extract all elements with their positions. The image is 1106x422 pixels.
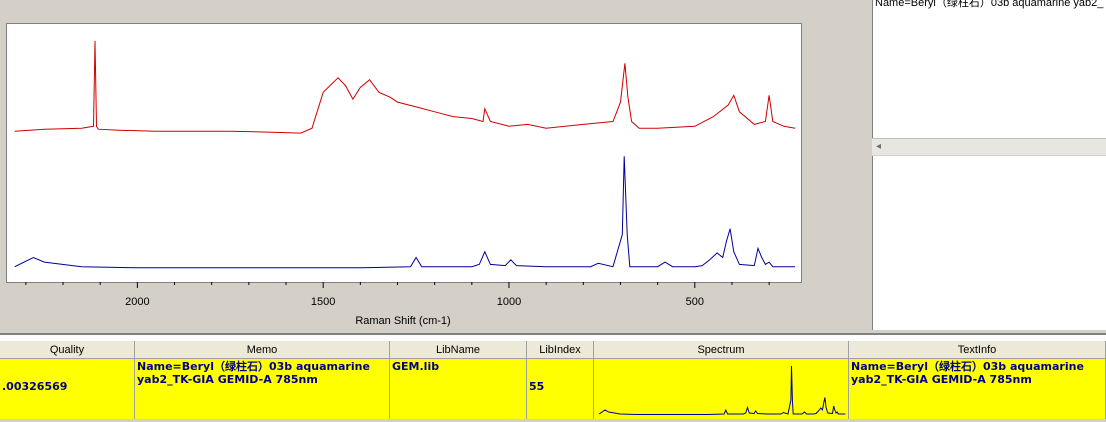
cell-libname[interactable]: GEM.lib — [390, 359, 527, 419]
textinfo-value: Name=Beryl（绿柱石）03b aquamarine yab2_TK-GI… — [851, 360, 1084, 386]
column-header-libindex[interactable]: LibIndex — [527, 341, 594, 359]
column-header-libname[interactable]: LibName — [390, 341, 527, 359]
x-axis-title: Raman Shift (cm-1) — [355, 315, 451, 327]
spectrum-info-text: Name=Beryl（绿柱石）03b aquamarine yab2_TK-GI… — [875, 0, 1106, 9]
column-header-quality[interactable]: Quality — [0, 341, 135, 359]
reference-spectrum-line — [14, 156, 796, 269]
thumbnail-spectrum-line — [598, 365, 846, 415]
cell-memo[interactable]: Name=Beryl（绿柱石）03b aquamarine yab2_TK-GI… — [135, 359, 390, 419]
spectrum-plot-area: 2000 1500 1000 500 Raman Shift (cm-1) — [0, 0, 866, 333]
cell-spectrum[interactable] — [594, 359, 849, 419]
column-header-textinfo[interactable]: TextInfo — [849, 341, 1106, 359]
memo-value: Name=Beryl（绿柱石）03b aquamarine yab2_TK-GI… — [137, 360, 370, 386]
column-header-spectrum[interactable]: Spectrum — [594, 341, 849, 359]
cell-libindex[interactable]: 55 — [527, 359, 594, 419]
horizontal-scrollbar[interactable]: ◂ — [872, 138, 1106, 155]
x-tick-label: 500 — [685, 296, 704, 308]
quality-value: .00326569 — [2, 380, 68, 393]
spectrum-info-textbox[interactable]: Name=Beryl（绿柱石）03b aquamarine yab2_TK-GI… — [872, 0, 1106, 140]
x-axis: 2000 1500 1000 500 — [6, 282, 802, 312]
libindex-value: 55 — [529, 380, 545, 393]
libname-value: GEM.lib — [392, 360, 440, 373]
x-axis-ticks — [25, 282, 770, 288]
scroll-left-icon[interactable]: ◂ — [876, 141, 881, 152]
x-tick-label: 2000 — [125, 296, 150, 308]
notes-textbox[interactable] — [872, 156, 1106, 330]
info-panel: Name=Beryl（绿柱石）03b aquamarine yab2_TK-GI… — [866, 0, 1106, 333]
cell-quality[interactable]: .00326569 — [0, 359, 135, 419]
results-grid: Quality Memo LibName LibIndex Spectrum T… — [0, 333, 1106, 419]
spectrum-chart-svg — [14, 40, 796, 269]
cell-textinfo[interactable]: Name=Beryl（绿柱石）03b aquamarine yab2_TK-GI… — [849, 359, 1106, 419]
column-header-memo[interactable]: Memo — [135, 341, 390, 359]
spectrum-thumbnail — [598, 365, 846, 415]
spectrum-plot[interactable] — [6, 23, 802, 283]
x-tick-label: 1500 — [310, 296, 336, 308]
sample-spectrum-line — [14, 40, 796, 134]
x-tick-label: 1000 — [496, 296, 522, 308]
